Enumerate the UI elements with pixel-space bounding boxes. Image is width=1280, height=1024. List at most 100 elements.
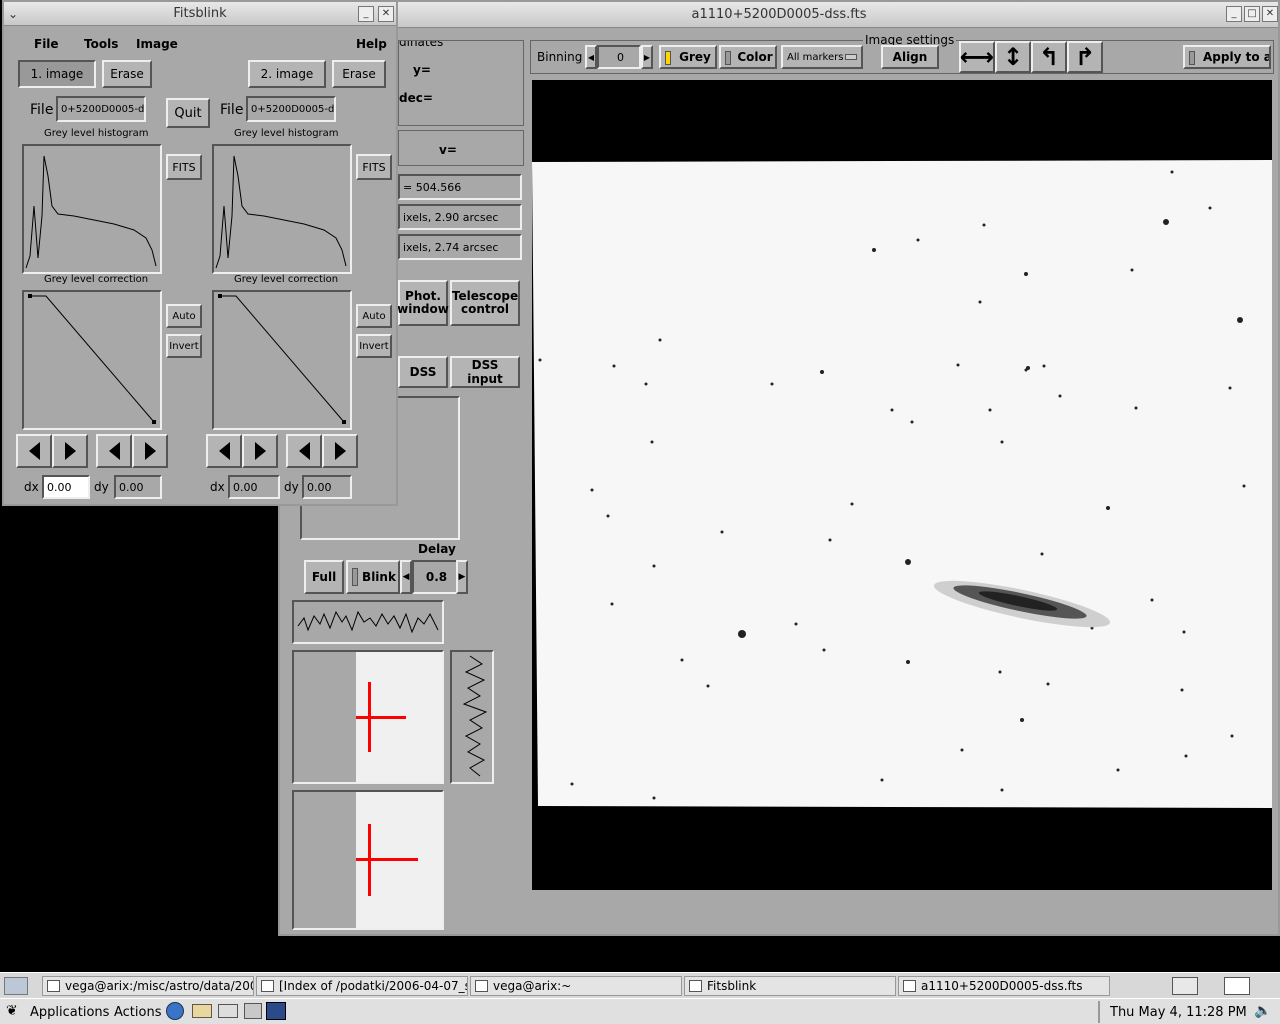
grey-toggle[interactable]: Grey xyxy=(659,45,717,69)
markers-select[interactable]: All markers xyxy=(781,45,863,69)
dss-input-button[interactable]: DSS input xyxy=(450,356,520,388)
dy-input-2[interactable]: 0.00 xyxy=(302,475,352,499)
menu-file[interactable]: File xyxy=(34,37,59,51)
invert-button-1[interactable]: Invert xyxy=(166,334,202,358)
fitsblink-close-icon[interactable]: ✕ xyxy=(378,6,394,22)
vertical-profile-svg xyxy=(462,655,488,777)
workspace-1[interactable] xyxy=(1172,977,1198,995)
image-canvas[interactable] xyxy=(532,80,1272,890)
histogram-1 xyxy=(22,144,162,274)
auto-button-2[interactable]: Auto xyxy=(356,304,392,328)
top-panel: ❦ Applications Actions Thu May 4, 11:28 … xyxy=(0,998,1280,1024)
task-browser[interactable]: [Index of /podatki/2006-04-07_su xyxy=(256,976,468,996)
shift-left-y-1[interactable] xyxy=(96,434,132,468)
file-input-1[interactable]: 0+5200D0005-ds xyxy=(56,96,146,122)
menu-help[interactable]: Help xyxy=(356,37,387,51)
task-browser-label: [Index of /podatki/2006-04-07_su xyxy=(279,979,468,993)
minimize-icon[interactable]: _ xyxy=(1226,6,1242,22)
blink-button[interactable]: Blink xyxy=(346,560,400,594)
delay-decrease-button[interactable]: ◀ xyxy=(400,560,412,594)
invert-button-2[interactable]: Invert xyxy=(356,334,392,358)
phot-window-button[interactable]: Phot. window xyxy=(397,280,449,326)
workspace-2[interactable] xyxy=(1224,977,1250,995)
task-terminal-1[interactable]: vega@arix:/misc/astro/data/200 xyxy=(42,976,254,996)
fitsblink-minimize-icon[interactable]: _ xyxy=(358,6,374,22)
mail-icon[interactable] xyxy=(192,1004,212,1018)
y-label: y= xyxy=(413,63,431,77)
apply-toggle-indicator xyxy=(1189,51,1195,65)
task-terminal-1-label: vega@arix:/misc/astro/data/200 xyxy=(65,979,254,993)
dx-input-2[interactable]: 0.00 xyxy=(228,475,280,499)
shift-left-y-2[interactable] xyxy=(286,434,322,468)
actions-menu[interactable]: Actions xyxy=(114,1005,162,1020)
binning-decrease-button[interactable]: ◀ xyxy=(585,45,597,69)
volume-icon[interactable]: 🔈 xyxy=(1254,1003,1271,1019)
fits-button-1[interactable]: FITS xyxy=(166,154,202,180)
office-icon[interactable] xyxy=(244,1003,262,1019)
auto-button-1[interactable]: Auto xyxy=(166,304,202,328)
menu-tools[interactable]: Tools xyxy=(84,37,118,51)
shift-left-x-1[interactable] xyxy=(16,434,52,468)
file-label-1: File xyxy=(30,102,54,118)
task-image-window[interactable]: a1110+5200D0005-dss.fts xyxy=(898,976,1110,996)
delay-value[interactable]: 0.8 xyxy=(412,560,458,594)
menu-image[interactable]: Image xyxy=(136,37,178,51)
binning-increase-button[interactable]: ▶ xyxy=(641,45,653,69)
dss-button[interactable]: DSS xyxy=(398,356,448,388)
shift-right-x-1[interactable] xyxy=(52,434,88,468)
show-desktop-icon[interactable] xyxy=(4,977,28,995)
arrow-left-icon xyxy=(28,442,40,460)
correction-curve-1 xyxy=(22,290,162,430)
grey-toggle-indicator xyxy=(665,51,671,65)
delay-increase-button[interactable]: ▶ xyxy=(456,560,468,594)
zoom-view-1 xyxy=(292,650,444,784)
shift-left-x-2[interactable] xyxy=(206,434,242,468)
quit-button[interactable]: Quit xyxy=(166,98,210,128)
erase-button-1[interactable]: Erase xyxy=(102,60,152,88)
main-window-title: a1110+5200D0005-dss.fts xyxy=(691,7,867,22)
terminal-launcher-icon[interactable] xyxy=(266,1002,286,1020)
shift-right-x-2[interactable] xyxy=(242,434,278,468)
hist-label-2: Grey level histogram xyxy=(234,128,339,139)
applications-menu[interactable]: Applications xyxy=(30,1005,109,1020)
color-toggle-indicator xyxy=(725,51,731,65)
align-button[interactable]: Align xyxy=(881,45,939,69)
dx-input-1[interactable]: 0.00 xyxy=(42,475,90,499)
rotate-right-button[interactable]: ↱ xyxy=(1067,41,1103,73)
horizontal-profile-svg xyxy=(297,610,439,634)
file-input-2[interactable]: 0+5200D0005-ds xyxy=(246,96,336,122)
erase-button-2[interactable]: Erase xyxy=(332,60,386,88)
window-menu-icon[interactable]: ⌄ xyxy=(8,2,18,26)
rotate-left-button[interactable]: ↰ xyxy=(1031,41,1067,73)
zoom-view-2 xyxy=(292,790,444,930)
correction-curve-1-svg xyxy=(28,294,156,424)
editor-icon[interactable] xyxy=(218,1004,238,1018)
fitsblink-titlebar[interactable]: ⌄ Fitsblink _ ✕ xyxy=(4,2,396,26)
fits-button-2[interactable]: FITS xyxy=(356,154,392,180)
main-window-titlebar[interactable]: a1110+5200D0005-dss.fts _ □ ✕ xyxy=(280,2,1278,28)
histogram-1-svg xyxy=(25,155,157,269)
maximize-icon[interactable]: □ xyxy=(1244,6,1260,22)
task-terminal-2[interactable]: vega@arix:~ xyxy=(470,976,682,996)
task-image-window-label: a1110+5200D0005-dss.fts xyxy=(921,979,1083,993)
image1-button[interactable]: 1. image xyxy=(18,60,96,88)
shift-right-y-1[interactable] xyxy=(132,434,168,468)
image2-button[interactable]: 2. image xyxy=(248,60,326,88)
arrow-right-icon xyxy=(144,442,156,460)
full-button[interactable]: Full xyxy=(304,560,344,594)
flip-vertical-button[interactable]: ↕ xyxy=(995,41,1031,73)
correction-curve-2-svg xyxy=(218,294,346,424)
telescope-control-button[interactable]: Telescope control xyxy=(450,280,520,326)
arrow-left-icon xyxy=(108,442,120,460)
close-icon[interactable]: ✕ xyxy=(1262,6,1278,22)
binning-value[interactable]: 0 xyxy=(597,45,641,69)
task-fitsblink[interactable]: Fitsblink xyxy=(684,976,896,996)
foot-icon[interactable]: ❦ xyxy=(6,1003,18,1019)
apply-to-all-toggle[interactable]: Apply to al xyxy=(1183,45,1271,69)
shift-right-y-2[interactable] xyxy=(322,434,358,468)
globe-icon[interactable] xyxy=(166,1002,184,1020)
dy-input-1[interactable]: 0.00 xyxy=(114,475,162,499)
flip-horizontal-button[interactable]: ⟷ xyxy=(959,41,995,73)
color-toggle[interactable]: Color xyxy=(719,45,777,69)
clock[interactable]: Thu May 4, 11:28 PM xyxy=(1110,1005,1247,1020)
